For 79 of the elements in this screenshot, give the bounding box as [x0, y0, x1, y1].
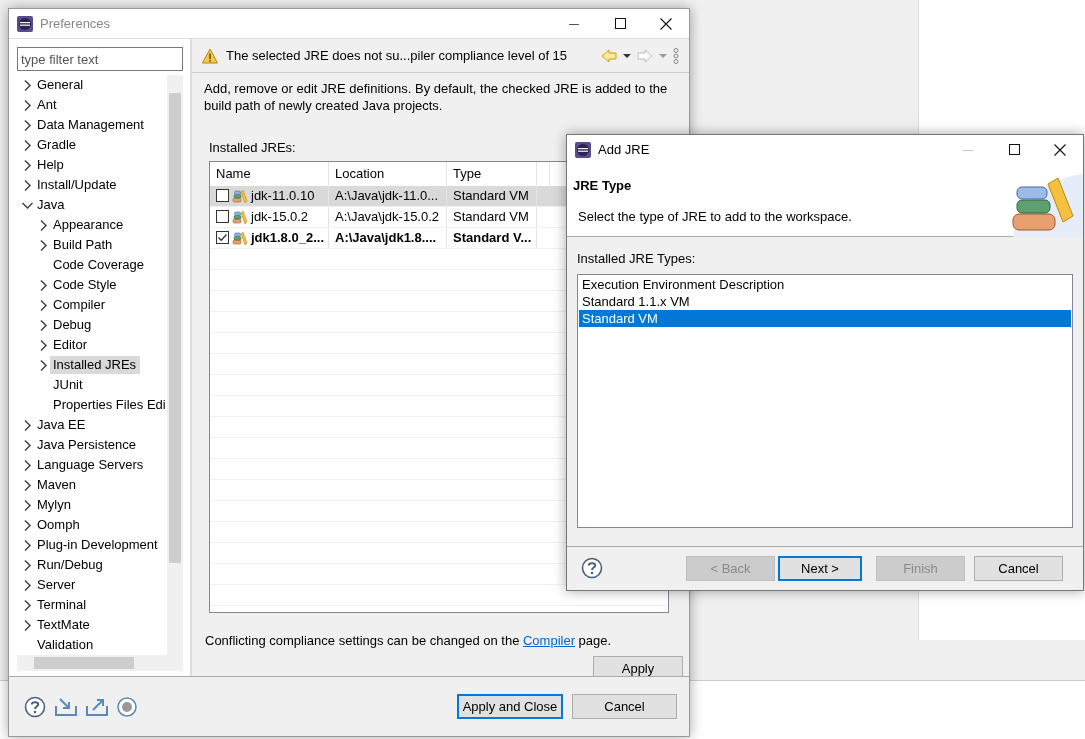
window-title: Preferences: [40, 14, 111, 33]
table-cell-text: jdk-11.0.10: [251, 186, 315, 205]
close-icon[interactable]: [660, 17, 672, 30]
jre-icon: [232, 209, 248, 224]
record-icon[interactable]: [117, 696, 137, 717]
vertical-scrollbar[interactable]: [167, 75, 183, 655]
tree-item[interactable]: Data Management: [34, 116, 148, 134]
tree-item[interactable]: Editor: [50, 336, 91, 354]
list-item[interactable]: Execution Environment Description: [579, 275, 1071, 293]
description-text: Add, remove or edit JRE definitions. By default, the checked JRE is added to the build path of newly created Java projects.: [203, 80, 669, 114]
jre-icon: [232, 230, 248, 245]
dialog-button[interactable]: Cancel: [572, 694, 677, 719]
jre-icon: [232, 188, 248, 203]
tree-item[interactable]: General: [34, 76, 88, 94]
tree-item[interactable]: Java: [34, 196, 69, 214]
section-label: Installed JREs:: [209, 139, 296, 157]
tree-item[interactable]: Java EE: [34, 416, 90, 434]
table-cell: Standard V...: [447, 227, 537, 248]
dialog-button[interactable]: Apply and Close: [457, 694, 563, 719]
more-options-icon[interactable]: [673, 47, 679, 64]
checkbox[interactable]: [216, 189, 229, 202]
list-item[interactable]: Standard VM: [579, 309, 1071, 327]
compliance-note: Conflicting compliance settings can be changed on the Compiler page.: [204, 631, 613, 650]
table-cell: A:\Java\jdk-15.0.2: [329, 206, 447, 227]
list-item[interactable]: Standard 1.1.x VM: [579, 292, 1071, 310]
table-cell: Standard VM: [447, 185, 537, 206]
tree-item[interactable]: Ant: [34, 96, 61, 114]
tree-item[interactable]: Mylyn: [34, 496, 75, 514]
filter-field[interactable]: type filter text: [17, 47, 183, 71]
tree-item[interactable]: Java Persistence: [34, 436, 140, 454]
warning-message: The selected JRE does not su...piler compliance level of 15: [226, 46, 568, 65]
column-header[interactable]: Location: [329, 161, 447, 186]
export-icon[interactable]: [86, 696, 108, 717]
tree-item[interactable]: JUnit: [50, 376, 87, 394]
caret-icon[interactable]: [623, 53, 631, 58]
tree-item[interactable]: Maven: [34, 476, 81, 494]
close-icon[interactable]: [1054, 143, 1066, 156]
warning-icon: [202, 47, 218, 64]
eclipse-logo-icon: [575, 141, 591, 158]
tree-item[interactable]: Code Style: [50, 276, 121, 294]
import-icon[interactable]: [55, 696, 77, 717]
checkbox[interactable]: [216, 231, 229, 244]
wizard-button[interactable]: Next >: [778, 555, 862, 581]
tree-item[interactable]: Oomph: [34, 516, 84, 534]
list-label: Installed JRE Types:: [576, 250, 697, 268]
maximize-icon[interactable]: [614, 18, 626, 29]
tree-item[interactable]: Plug-in Development: [34, 536, 162, 554]
tree-item[interactable]: Debug: [50, 316, 96, 334]
tree-item[interactable]: Language Servers: [34, 456, 148, 474]
help-icon[interactable]: [581, 557, 603, 580]
tree-item[interactable]: Properties Files Edi: [50, 396, 170, 414]
tree-item[interactable]: Gradle: [34, 136, 81, 154]
window-title: Add JRE: [598, 140, 650, 159]
maximize-icon[interactable]: [1008, 144, 1020, 155]
checkbox[interactable]: [216, 210, 229, 223]
tree-item[interactable]: Run/Debug: [34, 556, 107, 574]
table-cell: A:\Java\jdk-11.0...: [329, 185, 447, 206]
tree-item[interactable]: Code Coverage: [50, 256, 149, 274]
table-cell: A:\Java\jdk1.8....: [329, 227, 447, 248]
column-header[interactable]: Type: [447, 161, 537, 186]
wizard-button[interactable]: Cancel: [974, 555, 1063, 581]
tree-item[interactable]: Installed JREs: [50, 356, 141, 374]
tree-item[interactable]: Build Path: [50, 236, 117, 254]
table-cell-text: jdk1.8.0_2...: [251, 228, 324, 247]
table-cell: Standard VM: [447, 206, 537, 227]
column-header[interactable]: Name: [210, 161, 329, 186]
tree-item[interactable]: Terminal: [34, 596, 91, 614]
tree-item[interactable]: Help: [34, 156, 68, 174]
tree-item[interactable]: Server: [34, 576, 80, 594]
tree-item[interactable]: Install/Update: [34, 176, 121, 194]
eclipse-logo-icon: [17, 15, 33, 32]
tree-item[interactable]: Appearance: [50, 216, 128, 234]
tree-item[interactable]: Validation: [34, 636, 98, 654]
tree-item[interactable]: Compiler: [50, 296, 109, 314]
compiler-link[interactable]: Compiler: [523, 632, 575, 648]
table-cell-text: jdk-15.0.2: [251, 207, 309, 226]
horizontal-scrollbar[interactable]: [17, 655, 183, 671]
tree-item[interactable]: TextMate: [34, 616, 94, 634]
help-icon[interactable]: [24, 695, 46, 718]
